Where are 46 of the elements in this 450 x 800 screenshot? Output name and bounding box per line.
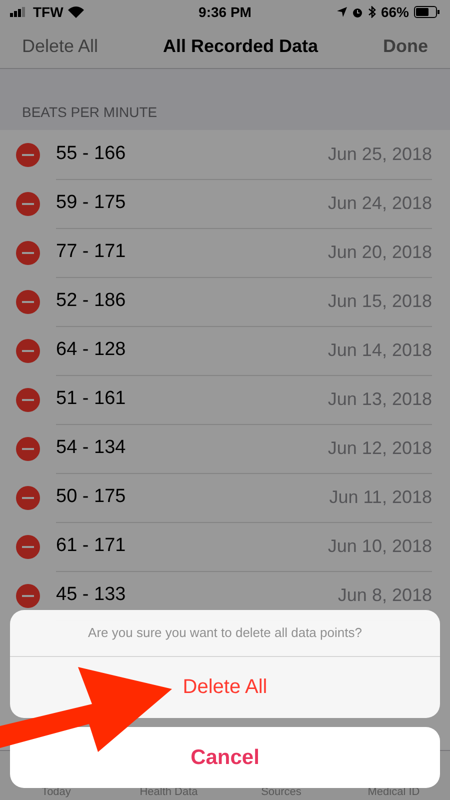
delete-icon[interactable] xyxy=(16,436,40,460)
bpm-range: 55 - 166 xyxy=(56,143,126,165)
delete-icon[interactable] xyxy=(16,388,40,412)
bpm-range: 77 - 171 xyxy=(56,241,126,263)
signal-icon xyxy=(10,7,28,17)
delete-icon[interactable] xyxy=(16,584,40,608)
record-date: Jun 15, 2018 xyxy=(328,290,432,312)
bpm-range: 61 - 171 xyxy=(56,535,126,557)
record-date: Jun 13, 2018 xyxy=(328,388,432,410)
delete-icon[interactable] xyxy=(16,486,40,510)
bpm-range: 59 - 175 xyxy=(56,192,126,214)
bpm-range: 45 - 133 xyxy=(56,584,126,606)
bpm-range: 50 - 175 xyxy=(56,486,126,508)
delete-icon[interactable] xyxy=(16,142,40,166)
bpm-range: 54 - 134 xyxy=(56,437,126,459)
delete-all-action[interactable]: Delete All xyxy=(10,657,440,718)
status-time: 9:36 PM xyxy=(198,4,252,20)
delete-icon[interactable] xyxy=(16,290,40,314)
alarm-clock-icon xyxy=(352,6,363,18)
delete-icon[interactable] xyxy=(16,240,40,264)
delete-icon[interactable] xyxy=(16,192,40,216)
wifi-icon xyxy=(68,6,84,18)
bpm-range: 51 - 161 xyxy=(56,388,126,410)
record-date: Jun 20, 2018 xyxy=(328,242,432,262)
delete-icon[interactable] xyxy=(16,534,40,558)
location-icon xyxy=(336,7,347,17)
sheet-message: Are you sure you want to delete all data points? xyxy=(10,610,440,657)
battery-percent: 66% xyxy=(380,4,409,20)
section-header: BEATS PER MINUTE xyxy=(22,104,158,120)
bluetooth-icon xyxy=(368,6,376,18)
record-date: Jun 11, 2018 xyxy=(329,486,432,508)
record-date: Jun 12, 2018 xyxy=(328,438,432,458)
record-date: Jun 8, 2018 xyxy=(338,584,432,606)
delete-all-button[interactable]: Delete All xyxy=(22,36,98,56)
carrier-name: TFW xyxy=(33,4,64,20)
bpm-range: 52 - 186 xyxy=(56,290,126,312)
done-button[interactable]: Done xyxy=(383,36,428,56)
record-date: Jun 25, 2018 xyxy=(328,144,432,164)
record-date: Jun 10, 2018 xyxy=(328,536,432,556)
screen-title: All Recorded Data xyxy=(163,36,318,56)
bpm-range: 64 - 128 xyxy=(56,339,126,361)
battery-icon xyxy=(414,6,440,18)
record-date: Jun 14, 2018 xyxy=(328,340,432,360)
cancel-button[interactable]: Cancel xyxy=(10,727,440,788)
delete-icon[interactable] xyxy=(16,338,40,362)
record-date: Jun 24, 2018 xyxy=(328,192,432,214)
